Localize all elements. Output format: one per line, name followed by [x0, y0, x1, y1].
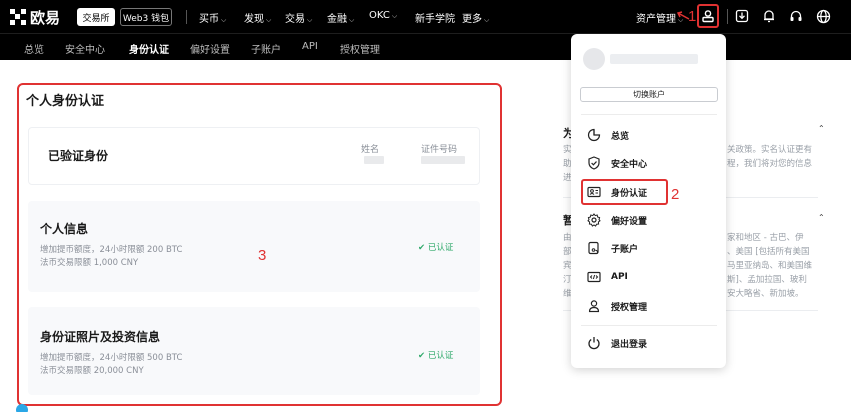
- withdraw-limit-text: 增加提币额度，24小时限额 200 BTC: [40, 245, 183, 255]
- overview-icon: [586, 127, 602, 143]
- masked-id-value: [421, 156, 465, 164]
- verified-status-badge: ✔ 已认证: [418, 243, 454, 253]
- shield-icon: [586, 155, 602, 171]
- id-card-icon: [586, 184, 602, 200]
- verified-status-badge: ✔ 已认证: [418, 351, 454, 361]
- menu-divider: [581, 114, 717, 115]
- subnav-overview[interactable]: 总览: [24, 41, 44, 56]
- menu-item-authorization[interactable]: 授权管理: [586, 296, 647, 316]
- chevron-down-icon: ⌵: [391, 12, 398, 20]
- chevron-up-icon[interactable]: ⌃: [818, 213, 825, 222]
- power-icon: [586, 335, 602, 351]
- gear-icon: [586, 212, 602, 228]
- nav-buy-crypto[interactable]: 买币 ⌵: [199, 10, 226, 25]
- logo-text: 欧易: [30, 8, 61, 27]
- help-chat-icon[interactable]: [16, 404, 28, 412]
- authorization-icon: [586, 298, 602, 314]
- id-number-column-header: 证件号码: [421, 145, 458, 155]
- chevron-down-icon: ⌵: [307, 16, 313, 24]
- id-photo-title: 身份证照片及投资信息: [40, 330, 161, 344]
- topbar-divider: [727, 9, 728, 24]
- chevron-down-icon: ⌵: [266, 16, 272, 24]
- page-title: 个人身份认证: [26, 94, 105, 109]
- nav-finance[interactable]: 金融 ⌵: [327, 10, 354, 25]
- info-text: 关政策。实名认证更有: [727, 145, 813, 155]
- menu-item-preferences[interactable]: 偏好设置: [586, 210, 647, 230]
- info-text: 安大略省、新加坡。: [727, 289, 804, 299]
- info-text: 程，我们将对您的信息: [727, 159, 813, 169]
- subnav-security-center[interactable]: 安全中心: [65, 41, 105, 56]
- subnav-identity-verification[interactable]: 身份认证: [129, 41, 169, 56]
- menu-item-sub-accounts[interactable]: 子账户: [586, 238, 638, 258]
- personal-info-title: 个人信息: [40, 222, 89, 236]
- name-column-header: 姓名: [361, 145, 380, 155]
- nav-discover[interactable]: 发现 ⌵: [244, 10, 271, 25]
- logout-button[interactable]: 退出登录: [586, 333, 647, 353]
- okx-logo[interactable]: 欧易: [10, 6, 60, 28]
- nav-academy[interactable]: 新手学院: [415, 10, 455, 25]
- masked-username: [610, 54, 698, 64]
- menu-divider: [581, 325, 717, 326]
- switch-account-button[interactable]: 切换账户: [580, 87, 718, 102]
- fiat-limit-text: 法币交易限额 1,000 CNY: [40, 258, 139, 268]
- info-text: 、美国 [包括所有美国: [727, 247, 810, 257]
- api-icon: [586, 269, 602, 285]
- exchange-tab[interactable]: 交易所: [77, 8, 115, 26]
- user-icon: [702, 10, 714, 23]
- annotation-number-1: 1: [688, 8, 697, 25]
- annotation-number-3: 3: [258, 247, 267, 264]
- logo-icon: [10, 9, 26, 25]
- subnav-authorization[interactable]: 授权管理: [340, 41, 380, 56]
- verified-identity-label: 已验证身份: [48, 149, 109, 163]
- nav-more[interactable]: 更多 ⌵: [462, 10, 489, 25]
- subnav-api[interactable]: API: [302, 41, 318, 52]
- menu-item-api[interactable]: API: [586, 267, 628, 287]
- withdraw-limit-text: 增加提币额度，24小时限额 500 BTC: [40, 353, 183, 363]
- subnav-sub-accounts[interactable]: 子账户: [251, 41, 281, 56]
- annotation-number-2: 2: [671, 186, 680, 203]
- nav-okc[interactable]: OKC ⌵: [369, 10, 397, 21]
- info-text: 斯]、孟加拉国、玻利: [727, 275, 807, 285]
- menu-item-identity-verification[interactable]: 身份认证: [586, 182, 647, 202]
- info-text: 家和地区 - 古巴、伊: [727, 233, 804, 243]
- subnav-preferences[interactable]: 偏好设置: [190, 41, 230, 56]
- download-icon[interactable]: [734, 8, 750, 24]
- sub-account-icon: [586, 240, 602, 256]
- fiat-limit-text: 法币交易限额 20,000 CNY: [40, 366, 144, 376]
- web3-wallet-tab[interactable]: Web3 钱包: [120, 8, 172, 26]
- chevron-down-icon: ⌵: [484, 16, 490, 24]
- avatar: [583, 48, 605, 70]
- chevron-up-icon[interactable]: ⌃: [818, 124, 825, 133]
- notification-bell-icon[interactable]: [761, 8, 777, 24]
- info-text: 马里亚纳岛、和美国维: [727, 261, 813, 271]
- chevron-down-icon: ⌵: [349, 16, 355, 24]
- menu-item-security-center[interactable]: 安全中心: [586, 153, 647, 173]
- menu-item-overview[interactable]: 总览: [586, 125, 629, 145]
- user-account-button[interactable]: [697, 4, 719, 28]
- nav-divider: [186, 10, 187, 24]
- headset-support-icon[interactable]: [788, 8, 804, 24]
- chevron-down-icon: ⌵: [221, 16, 227, 24]
- masked-name-value: [364, 156, 384, 164]
- globe-language-icon[interactable]: [815, 8, 831, 24]
- nav-trade[interactable]: 交易 ⌵: [285, 10, 312, 25]
